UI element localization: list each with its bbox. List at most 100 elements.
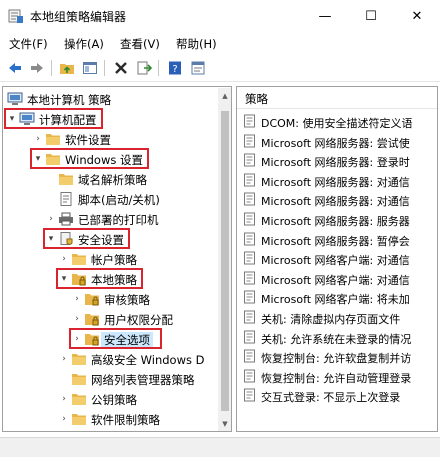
title-bar: 本地组策略编辑器 — ☐ ✕ (0, 0, 440, 32)
policy-row-label: Microsoft 网络服务器: 对通信 (261, 175, 410, 189)
tree-node[interactable]: › 公钥策略 (3, 389, 215, 409)
up-one-level-button[interactable] (57, 58, 77, 78)
collapsed-chevron-icon[interactable]: › (59, 253, 69, 265)
policy-row-label: Microsoft 网络服务器: 尝试使 (261, 136, 410, 150)
policy-row[interactable]: Microsoft 网络服务器: 登录时 (237, 151, 437, 170)
properties-button[interactable] (188, 58, 208, 78)
collapsed-chevron-icon[interactable]: › (59, 393, 69, 405)
policy-item-icon (244, 192, 255, 206)
delete-button[interactable] (111, 58, 131, 78)
toolbar-separator (158, 60, 159, 76)
forward-button[interactable] (27, 58, 47, 78)
tree-node[interactable]: 脚本(启动/关机) (3, 189, 215, 209)
policy-row[interactable]: 恢复控制台: 允许软盘复制并访 (237, 347, 437, 366)
help-icon: ? (169, 61, 181, 75)
minimize-icon: — (318, 8, 332, 24)
tree-node[interactable]: 网络列表管理器策略 (3, 369, 215, 389)
policy-row[interactable]: 交互式登录: 不显示上次登录 (237, 386, 437, 405)
tree-node-label: 用户权限分配 (104, 313, 173, 327)
policy-row[interactable]: Microsoft 网络服务器: 对通信 (237, 171, 437, 190)
tree-node[interactable]: › 软件限制策略 (3, 409, 215, 429)
policy-row[interactable]: DCOM: 使用安全描述符定义语 (237, 112, 437, 131)
folder-icon (71, 351, 87, 367)
policy-row-label: Microsoft 网络客户端: 将未加 (261, 293, 410, 307)
computer-icon (7, 91, 23, 107)
scroll-down-arrow-icon[interactable]: ▼ (218, 417, 231, 431)
policy-row[interactable]: Microsoft 网络客户端: 对通信 (237, 249, 437, 268)
tree-node-label: 本地计算机 策略 (27, 93, 112, 107)
tree-node[interactable]: › 审核策略 (3, 289, 215, 309)
toolbar-separator (104, 60, 105, 76)
policy-item-icon (244, 173, 255, 187)
collapsed-chevron-icon[interactable]: › (33, 133, 43, 145)
collapsed-chevron-icon[interactable]: › (59, 353, 69, 365)
collapsed-chevron-icon[interactable]: › (46, 213, 56, 225)
back-button[interactable] (5, 58, 25, 78)
folder-icon (58, 171, 74, 187)
tree-node-label: 软件设置 (65, 133, 111, 147)
policy-row[interactable]: 恢复控制台: 允许自动管理登录 (237, 367, 437, 386)
policy-row[interactable]: 关机: 允许系统在未登录的情况 (237, 328, 437, 347)
highlight-box (4, 108, 103, 129)
tree-node[interactable]: › 已部署的打印机 (3, 209, 215, 229)
help-button[interactable]: ? (165, 58, 185, 78)
policy-row-label: Microsoft 网络服务器: 登录时 (261, 156, 410, 170)
policy-item-icon (244, 349, 255, 363)
policy-item-icon (244, 251, 255, 265)
menu-action[interactable]: 操作(A) (64, 36, 104, 52)
policy-row-label: 交互式登录: 不显示上次登录 (261, 391, 401, 405)
policy-row-label: Microsoft 网络服务器: 对通信 (261, 195, 410, 209)
policy-row[interactable]: Microsoft 网络服务器: 尝试使 (237, 132, 437, 151)
tree-node-label: 脚本(启动/关机) (78, 193, 160, 207)
tree-node[interactable]: 本地计算机 策略 (3, 89, 215, 109)
tree-node[interactable]: 域名解析策略 (3, 169, 215, 189)
policy-row[interactable]: Microsoft 网络服务器: 对通信 (237, 190, 437, 209)
printer-icon (58, 211, 74, 227)
menu-file[interactable]: 文件(F) (9, 36, 48, 52)
collapsed-chevron-icon[interactable]: › (59, 413, 69, 425)
folder-up-icon (60, 64, 74, 74)
minimize-button[interactable]: — (302, 0, 348, 32)
tree-node-label: 已部署的打印机 (78, 213, 159, 227)
tree-node[interactable]: › 用户权限分配 (3, 309, 215, 329)
policy-item-icon (244, 271, 255, 285)
policy-column-header[interactable]: 策略 (237, 87, 437, 109)
tree-node-label: 域名解析策略 (78, 173, 147, 187)
menu-help[interactable]: 帮助(H) (176, 36, 217, 52)
tree-node-label: 高级安全 Windows D (91, 353, 205, 367)
policy-item-icon (244, 310, 255, 324)
policy-row[interactable]: Microsoft 网络客户端: 将未加 (237, 288, 437, 307)
tree-node[interactable]: › 帐户策略 (3, 249, 215, 269)
policy-column-header-label: 策略 (245, 92, 268, 106)
policy-row[interactable]: Microsoft 网络客户端: 对通信 (237, 269, 437, 288)
collapsed-chevron-icon[interactable]: › (72, 293, 82, 305)
forward-arrow-icon (31, 63, 43, 73)
policy-item-icon (244, 114, 255, 128)
maximize-icon: ☐ (365, 8, 377, 24)
tree-node[interactable]: › 高级安全 Windows D (3, 349, 215, 369)
policy-row-label: Microsoft 网络客户端: 对通信 (261, 254, 410, 268)
policy-item-icon (244, 153, 255, 167)
show-hide-tree-button[interactable] (80, 58, 100, 78)
policy-row[interactable]: 关机: 清除虚拟内存页面文件 (237, 308, 437, 327)
back-arrow-icon (9, 63, 21, 73)
policy-row-label: Microsoft 网络服务器: 服务器 (261, 215, 410, 228)
export-list-icon (137, 61, 152, 75)
policy-item-icon (244, 134, 255, 148)
menu-view[interactable]: 查看(V) (120, 36, 160, 52)
tree-node-label: 公钥策略 (91, 393, 137, 407)
policy-row[interactable]: Microsoft 网络服务器: 服务器 (237, 210, 437, 229)
collapsed-chevron-icon[interactable]: › (72, 313, 82, 325)
export-list-button[interactable] (134, 58, 154, 78)
maximize-button[interactable]: ☐ (348, 0, 394, 32)
close-button[interactable]: ✕ (394, 0, 440, 32)
policy-row[interactable]: Microsoft 网络服务器: 暂停会 (237, 230, 437, 249)
console-tree-pane[interactable]: 本地计算机 策略 ▾ 计算机配置 › 软件设置 ▾ Windows 设置 域名解析策略 脚本(启… (2, 86, 232, 432)
policy-list-pane[interactable]: 策略 DCOM: 使用安全描述符定义语 Microsoft 网络服务器: 尝试使 M… (236, 86, 438, 432)
scroll-up-arrow-icon[interactable]: ▲ (218, 89, 231, 103)
policy-row-label: 关机: 允许系统在未登录的情况 (261, 332, 412, 346)
locked-folder-icon (84, 311, 100, 327)
tree-node[interactable]: › 软件设置 (3, 129, 215, 149)
policy-row-label: Microsoft 网络服务器: 暂停会 (261, 234, 410, 248)
tree-scrollbar-thumb[interactable] (221, 111, 229, 411)
